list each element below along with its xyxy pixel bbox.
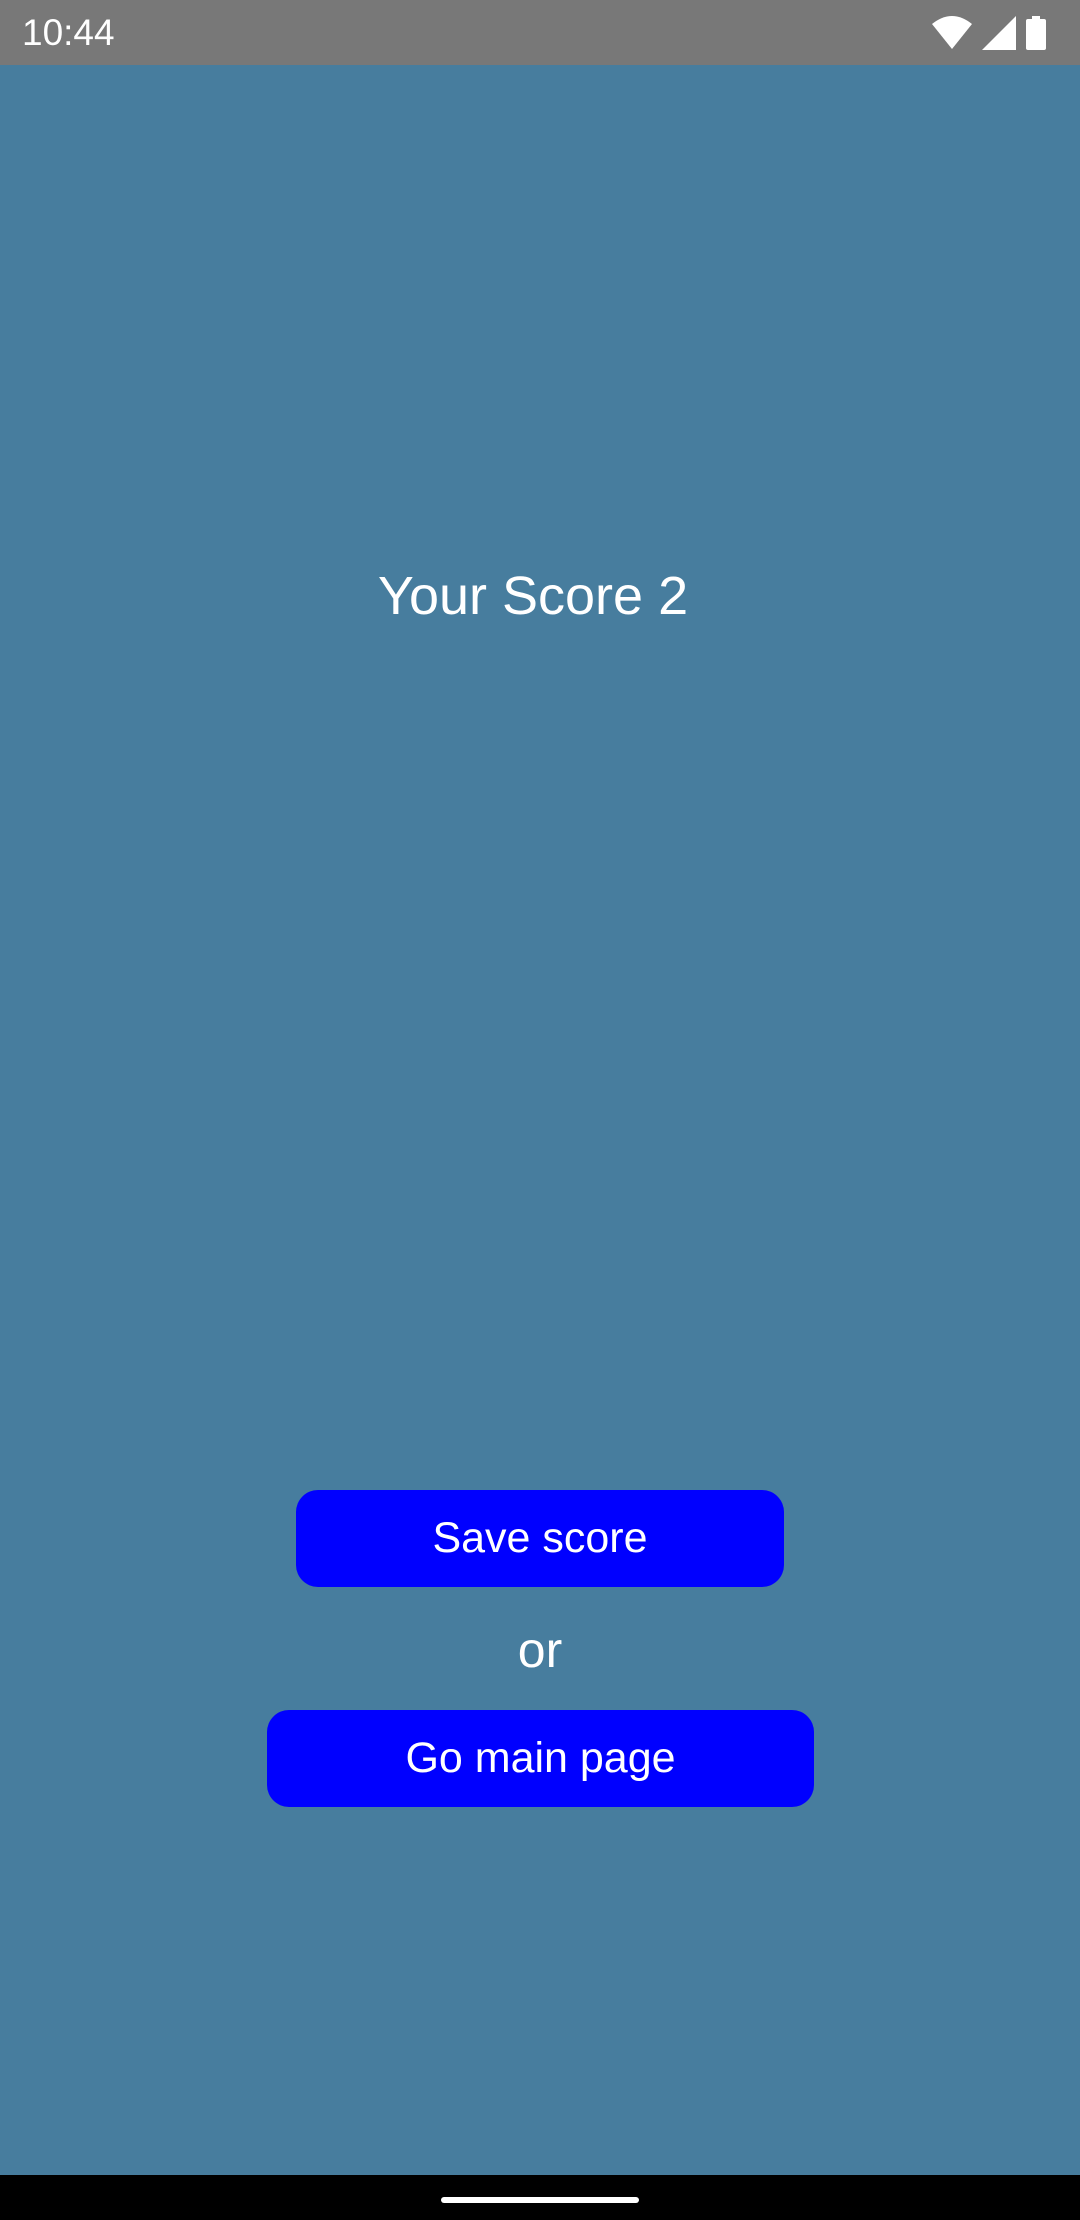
battery-icon — [1026, 16, 1046, 50]
status-icons — [932, 15, 1046, 51]
go-main-page-button[interactable]: Go main page — [267, 1710, 814, 1807]
home-handle[interactable] — [441, 2197, 639, 2203]
save-score-button[interactable]: Save score — [296, 1490, 784, 1587]
navigation-bar — [0, 2175, 1080, 2220]
signal-icon — [982, 16, 1016, 50]
status-bar: 10:44 — [0, 0, 1080, 65]
wifi-icon — [932, 16, 972, 50]
score-label: Your Score 2 — [377, 566, 689, 626]
or-label: or — [517, 1622, 563, 1678]
status-time: 10:44 — [22, 12, 115, 53]
